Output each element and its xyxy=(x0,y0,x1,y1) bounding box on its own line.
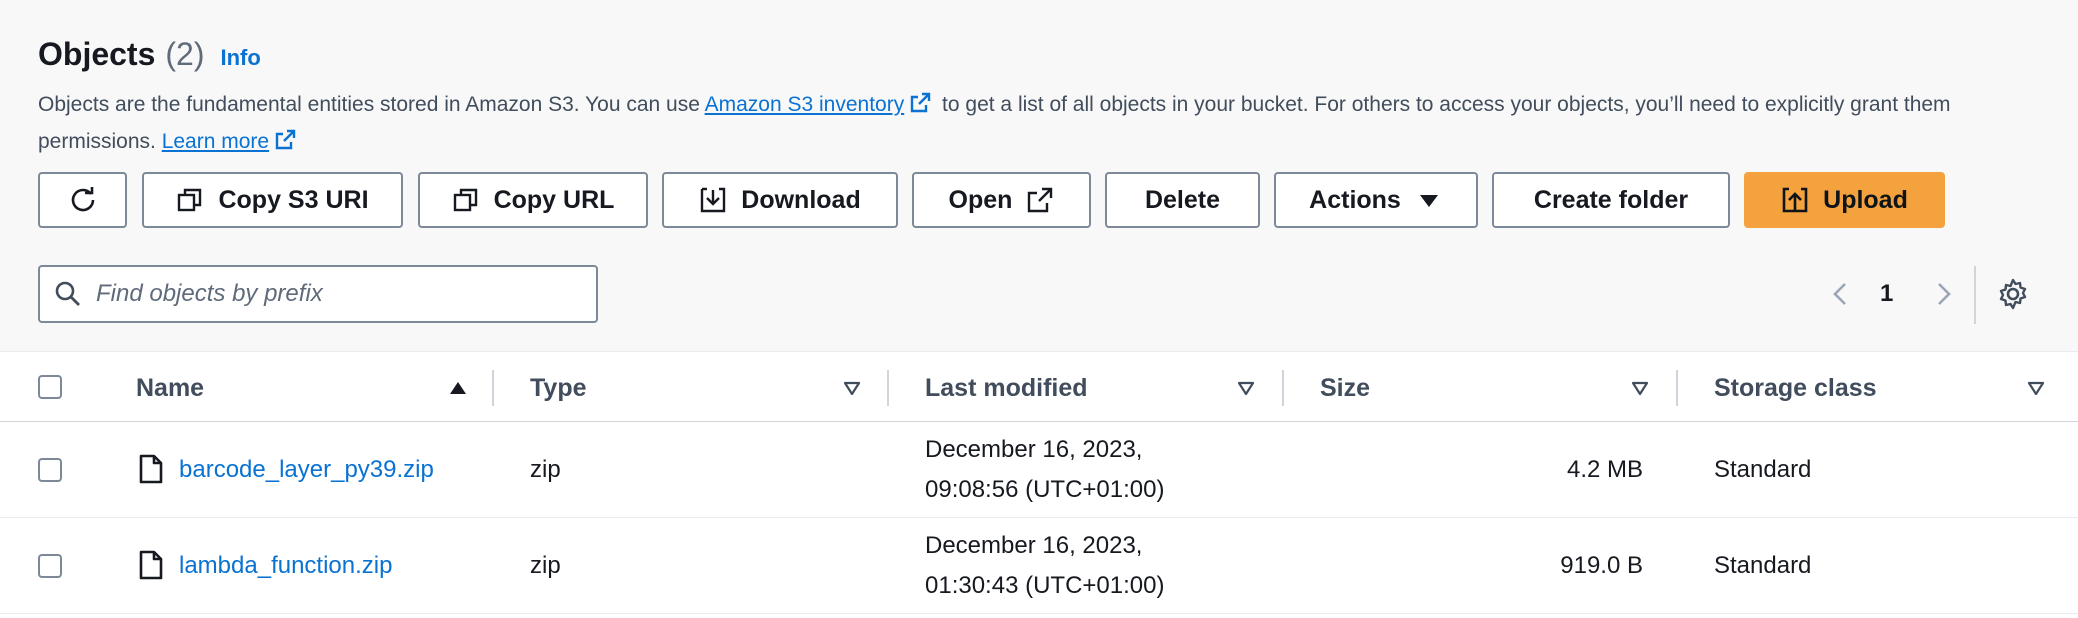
objects-header: Objects (2) Info Objects are the fundame… xyxy=(0,0,2078,352)
description: Objects are the fundamental entities sto… xyxy=(38,86,2038,160)
object-type: zip xyxy=(530,552,561,579)
refresh-button[interactable] xyxy=(38,172,127,228)
object-name-link[interactable]: barcode_layer_py39.zip xyxy=(179,456,434,484)
object-last-modified-date: December 16, 2023, xyxy=(925,532,1143,559)
prev-page-button[interactable] xyxy=(1828,272,1854,316)
column-header-size[interactable]: Size xyxy=(1320,374,1370,403)
page-title: Objects xyxy=(38,36,156,72)
learn-more-link[interactable]: Learn more xyxy=(162,130,269,153)
external-link-icon xyxy=(911,92,931,113)
refresh-icon xyxy=(71,187,94,212)
upload-label: Upload xyxy=(1823,185,1908,214)
delete-button[interactable]: Delete xyxy=(1105,172,1260,228)
download-icon xyxy=(701,187,726,213)
table-row[interactable]: barcode_layer_py39.zip zip December 16, … xyxy=(0,422,2078,518)
chevron-left-icon xyxy=(1833,283,1846,305)
object-storage-class: Standard xyxy=(1714,456,1812,483)
create-folder-label: Create folder xyxy=(1533,185,1689,214)
description-text-1: Objects are the fundamental entities sto… xyxy=(38,93,705,116)
copy-s3-uri-button[interactable]: Copy S3 URI xyxy=(142,172,403,228)
upload-button[interactable]: Upload xyxy=(1744,172,1945,228)
copy-url-button[interactable]: Copy URL xyxy=(418,172,648,228)
next-page-button[interactable] xyxy=(1930,272,1956,316)
row-checkbox[interactable] xyxy=(38,554,62,578)
info-link[interactable]: Info xyxy=(220,45,260,71)
sort-icon[interactable] xyxy=(1236,378,1256,398)
object-last-modified-time: 09:08:56 (UTC+01:00) xyxy=(925,476,1165,503)
object-count: (2) xyxy=(165,36,205,72)
gear-icon xyxy=(1999,278,2027,310)
file-icon xyxy=(139,454,163,484)
column-resizer[interactable] xyxy=(1282,370,1284,406)
open-button[interactable]: Open xyxy=(912,172,1091,228)
search-box[interactable] xyxy=(38,265,598,323)
column-header-storage-class[interactable]: Storage class xyxy=(1714,374,1877,403)
external-link-icon xyxy=(275,129,296,150)
table-row[interactable]: lambda_function.zip zip December 16, 202… xyxy=(0,518,2078,614)
object-storage-class: Standard xyxy=(1714,552,1812,579)
object-size: 919.0 B xyxy=(1560,552,1643,579)
objects-panel: Objects (2) Info Objects are the fundame… xyxy=(0,0,2078,618)
create-folder-button[interactable]: Create folder xyxy=(1492,172,1730,228)
row-checkbox[interactable] xyxy=(38,458,62,482)
upload-icon xyxy=(1782,187,1808,213)
title-row: Objects (2) Info xyxy=(38,36,261,73)
search-input[interactable] xyxy=(96,280,576,308)
copy-icon xyxy=(453,188,477,212)
sort-icon[interactable] xyxy=(1630,378,1650,398)
caret-down-icon xyxy=(1419,195,1438,207)
sort-ascending-icon[interactable] xyxy=(448,378,468,398)
external-link-icon xyxy=(1028,187,1053,213)
delete-label: Delete xyxy=(1144,185,1221,214)
search-icon xyxy=(55,281,80,306)
select-all-checkbox[interactable] xyxy=(38,375,62,399)
inventory-link[interactable]: Amazon S3 inventory xyxy=(705,93,905,116)
preferences-button[interactable] xyxy=(1997,272,2029,316)
object-name-link[interactable]: lambda_function.zip xyxy=(179,552,392,580)
sort-icon[interactable] xyxy=(2026,378,2046,398)
column-header-last-modified[interactable]: Last modified xyxy=(925,374,1088,403)
pager-divider xyxy=(1974,266,1976,324)
copy-icon xyxy=(178,188,202,212)
download-button[interactable]: Download xyxy=(662,172,898,228)
table-header: Name Type Last modified Size Storage cla… xyxy=(0,352,2078,422)
actions-dropdown[interactable]: Actions xyxy=(1274,172,1478,228)
column-resizer[interactable] xyxy=(492,370,494,406)
copy-url-label: Copy URL xyxy=(493,185,615,214)
object-last-modified-date: December 16, 2023, xyxy=(925,436,1143,463)
object-type: zip xyxy=(530,456,561,483)
actions-label: Actions xyxy=(1309,185,1401,214)
object-size: 4.2 MB xyxy=(1566,456,1643,483)
object-last-modified-time: 01:30:43 (UTC+01:00) xyxy=(925,572,1165,599)
file-icon xyxy=(139,550,163,580)
current-page[interactable]: 1 xyxy=(1880,280,1893,308)
download-label: Download xyxy=(741,185,861,214)
chevron-right-icon xyxy=(1938,283,1951,305)
column-resizer[interactable] xyxy=(887,370,889,406)
sort-icon[interactable] xyxy=(842,378,862,398)
copy-s3-uri-label: Copy S3 URI xyxy=(218,185,369,214)
column-header-name[interactable]: Name xyxy=(136,374,204,403)
column-resizer[interactable] xyxy=(1676,370,1678,406)
open-label: Open xyxy=(948,185,1013,214)
column-header-type[interactable]: Type xyxy=(530,374,587,403)
